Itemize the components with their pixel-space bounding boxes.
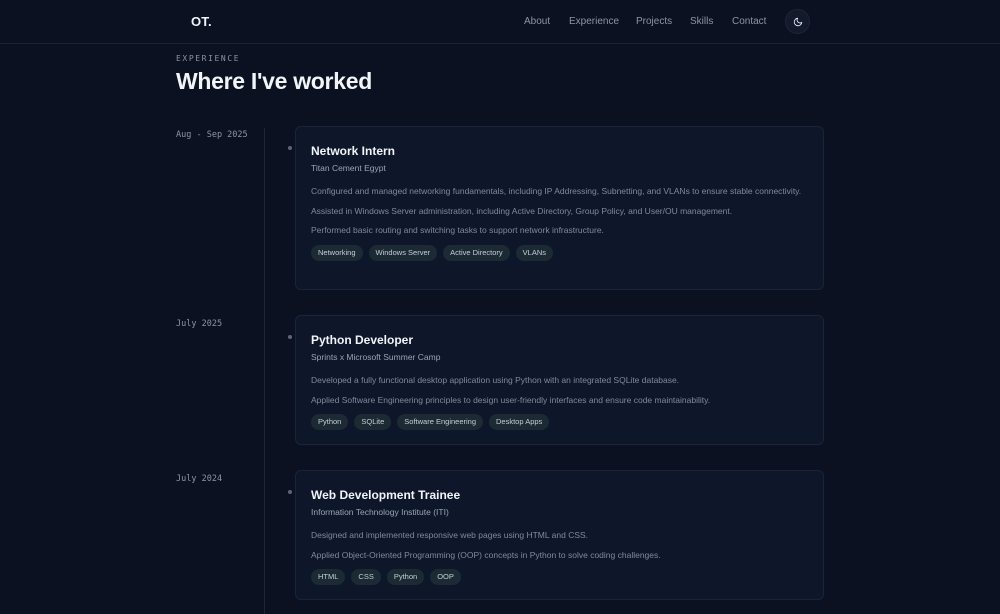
experience-card: Network Intern Titan Cement Egypt Config…: [295, 126, 824, 290]
skill-tag: Python: [386, 569, 425, 585]
skill-tag: Desktop Apps: [489, 414, 550, 430]
nav-links: About Experience Projects Skills Contact: [0, 16, 1000, 30]
skill-tag: Active Directory: [443, 244, 510, 261]
experience-card: Web Development Trainee Information Tech…: [295, 470, 824, 600]
experience-point: Assisted in Windows Server administratio…: [311, 205, 733, 216]
experience-company: Titan Cement Egypt: [311, 163, 386, 173]
nav-link-skills[interactable]: Skills: [690, 16, 713, 27]
skill-tag: Software Engineering: [397, 414, 484, 430]
experience-company: Information Technology Institute (ITI): [311, 507, 449, 517]
tag-list: Python SQLite Software Engineering Deskt…: [311, 414, 808, 430]
experience-point: Configured and managed networking fundam…: [311, 186, 802, 196]
skill-tag: Windows Server: [368, 244, 438, 261]
experience-role: Python Developer: [311, 333, 414, 347]
moon-icon: [793, 17, 802, 26]
skill-tag: SQLite: [354, 414, 392, 430]
nav-link-projects[interactable]: Projects: [636, 16, 672, 27]
theme-toggle-button[interactable]: [785, 9, 810, 34]
skill-tag: Networking: [311, 244, 363, 261]
nav-link-experience[interactable]: Experience: [569, 16, 619, 27]
section-title: Where I've worked: [176, 68, 372, 94]
skill-tag: CSS: [351, 569, 381, 585]
experience-date: Aug - Sep 2025: [176, 130, 248, 140]
section-eyebrow: EXPERIENCE: [176, 54, 241, 63]
experience-date: July 2025: [176, 319, 223, 329]
experience-date: July 2024: [176, 474, 223, 484]
experience-points: Developed a fully functional desktop app…: [311, 373, 808, 407]
tag-list: HTML CSS Python OOP: [311, 569, 808, 585]
skill-tag: OOP: [430, 569, 461, 585]
nav-link-contact[interactable]: Contact: [732, 16, 766, 27]
experience-points: Configured and managed networking fundam…: [311, 184, 808, 238]
experience-point: Designed and implemented responsive web …: [311, 530, 589, 540]
experience-point: Applied Software Engineering principles …: [311, 394, 711, 405]
timeline-line: [264, 128, 265, 614]
experience-point: Developed a fully functional desktop app…: [311, 375, 680, 385]
timeline-dot: [288, 146, 292, 150]
timeline-dot: [288, 335, 292, 339]
top-navbar: OT. About Experience Projects Skills Con…: [0, 0, 1000, 44]
experience-point: Applied Object-Oriented Programming (OOP…: [311, 549, 661, 560]
experience-card: Python Developer Sprints x Microsoft Sum…: [295, 315, 824, 445]
skill-tag: HTML: [311, 569, 346, 585]
experience-role: Web Development Trainee: [311, 488, 461, 502]
skill-tag: Python: [311, 414, 349, 430]
tag-list: Networking Windows Server Active Directo…: [311, 244, 808, 261]
experience-company: Sprints x Microsoft Summer Camp: [311, 352, 441, 362]
experience-point: Performed basic routing and switching ta…: [311, 225, 604, 235]
experience-points: Designed and implemented responsive web …: [311, 528, 808, 562]
experience-role: Network Intern: [311, 144, 396, 158]
nav-link-about[interactable]: About: [524, 16, 550, 27]
timeline-dot: [288, 490, 292, 494]
skill-tag: VLANs: [515, 244, 553, 261]
